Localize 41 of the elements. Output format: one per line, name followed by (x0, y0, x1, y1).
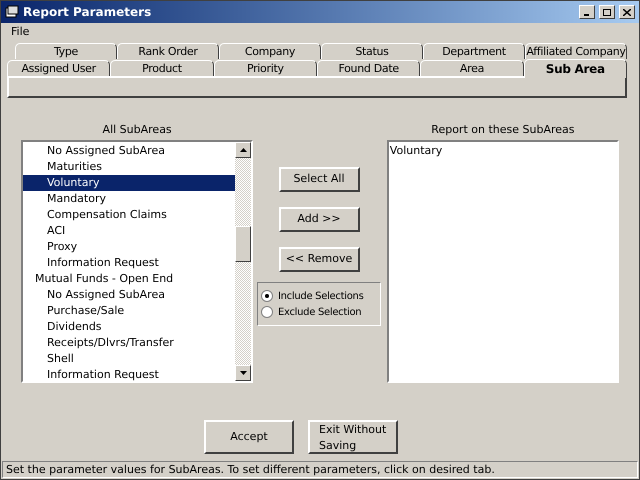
list-item[interactable]: Voluntary (390, 143, 616, 159)
tab[interactable]: Assigned User (7, 60, 110, 76)
list-heading: All SubAreas (102, 122, 173, 138)
list-item[interactable]: Compensation Claims (23, 207, 236, 223)
list-item[interactable]: Information Request (23, 255, 236, 271)
list-item[interactable]: Maturities (23, 159, 236, 175)
tab[interactable]: Department (423, 43, 525, 59)
action-button[interactable]: Add >> (278, 207, 360, 232)
status-bar: Set the parameter values for SubAreas. To set different parameters, click on desired tab. (2, 461, 638, 478)
list-item[interactable]: Shell (23, 351, 236, 367)
list-item[interactable]: Dividends (23, 319, 236, 335)
list-item[interactable]: Proxy (23, 239, 236, 255)
action-button[interactable]: Select All (278, 167, 360, 192)
tab[interactable]: Sub Area (524, 59, 627, 78)
tab[interactable]: Area (420, 60, 524, 76)
list-item[interactable]: Purchase/Sale (23, 303, 236, 319)
tab[interactable]: Company (219, 43, 321, 59)
list-item[interactable]: Mutual Funds - Open End (23, 271, 236, 287)
list-item[interactable]: No Assigned SubArea (23, 143, 236, 159)
list-item[interactable]: No Assigned SubArea (23, 287, 236, 303)
list-item[interactable]: Voluntary (23, 175, 236, 191)
list-item[interactable]: ACI (23, 223, 236, 239)
tab[interactable]: Rank Order (117, 43, 219, 59)
menu-item[interactable]: File (9, 24, 32, 40)
list-item[interactable]: Mandatory (23, 191, 236, 207)
tab[interactable]: Product (110, 60, 214, 76)
report-list[interactable]: Voluntary (386, 140, 620, 383)
radio-label[interactable]: Exclude Selection (278, 304, 362, 320)
tab[interactable]: Found Date (316, 60, 420, 76)
radio-label[interactable]: Include Selections (278, 288, 364, 304)
tab[interactable]: Type (15, 43, 117, 59)
list-item[interactable]: Receipts/Dlvrs/Transfer (23, 335, 236, 351)
tab[interactable]: Status (321, 43, 423, 59)
window-title: Report Parameters (23, 4, 152, 21)
footer-button[interactable]: Accept (204, 420, 294, 454)
action-button[interactable]: << Remove (278, 247, 360, 272)
list-item[interactable]: Information Request (23, 367, 236, 381)
list-heading: Report on these SubAreas (430, 122, 576, 138)
tab[interactable]: Affiliated Company (525, 43, 627, 59)
tab[interactable]: Priority (214, 60, 317, 76)
footer-button[interactable]: Exit Without Saving (308, 420, 398, 454)
